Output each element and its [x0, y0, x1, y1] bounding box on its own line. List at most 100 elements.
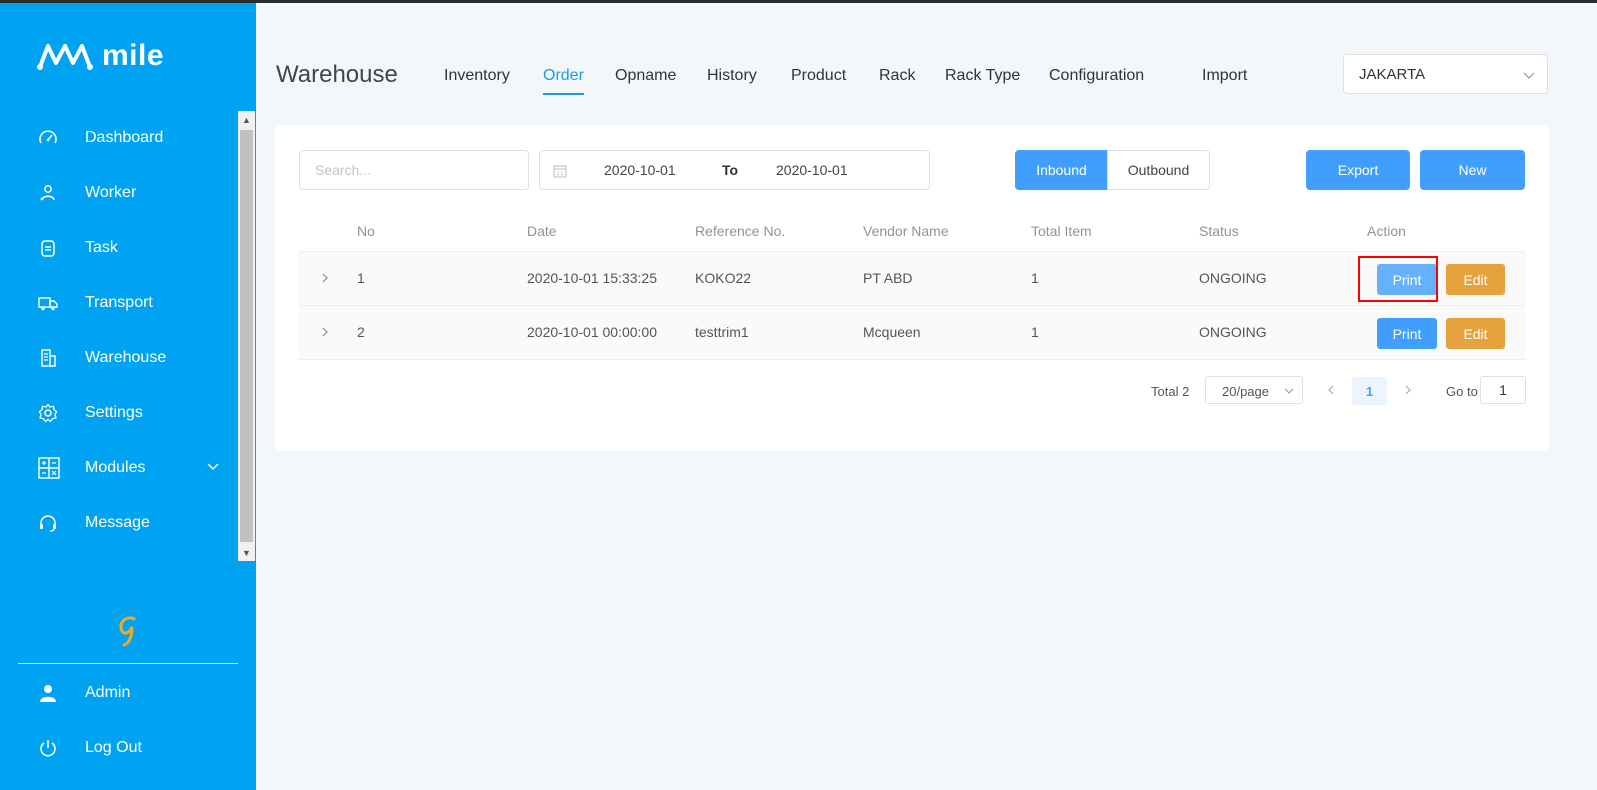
search-input[interactable]	[299, 150, 529, 190]
sidebar-item-message[interactable]: Message	[0, 503, 238, 543]
tab-configuration[interactable]: Configuration	[1049, 67, 1144, 85]
inbound-toggle[interactable]: Inbound	[1015, 150, 1108, 190]
tab-rack-type[interactable]: Rack Type	[945, 67, 1020, 85]
column-header-no: No	[357, 223, 375, 239]
scroll-thumb[interactable]	[240, 130, 253, 542]
sidebar-item-modules[interactable]: Modules	[0, 448, 238, 488]
sidebar-item-label: Admin	[85, 684, 131, 701]
page-title: Warehouse	[276, 61, 398, 88]
column-header-reference: Reference No.	[695, 223, 786, 239]
sidebar-item-task[interactable]: Task	[0, 228, 238, 268]
modules-icon	[38, 457, 60, 479]
cell-vendor: Mcqueen	[863, 324, 921, 340]
column-header-date: Date	[527, 223, 557, 239]
cell-no: 2	[357, 324, 365, 340]
brand-mark-icon	[119, 616, 136, 647]
chevron-right-icon[interactable]	[1401, 383, 1415, 397]
date-to[interactable]: 2020-10-01	[776, 162, 848, 178]
page-size-value: 20/page	[1222, 384, 1269, 399]
column-header-total-item: Total Item	[1031, 223, 1092, 239]
tab-import[interactable]: Import	[1202, 67, 1247, 85]
print-button[interactable]: Print	[1377, 264, 1437, 295]
sidebar-item-label: Settings	[85, 404, 143, 421]
person-icon	[40, 685, 56, 702]
gauge-icon	[39, 130, 57, 144]
pagination: Total 2 20/page 1 Go to	[275, 376, 1526, 406]
tab-history[interactable]: History	[707, 67, 757, 85]
tab-inventory[interactable]: Inventory	[444, 67, 510, 85]
truck-icon	[38, 297, 58, 311]
cell-date: 2020-10-01 15:33:25	[527, 270, 657, 286]
sidebar-item-label: Log Out	[85, 739, 142, 756]
sidebar-item-label: Dashboard	[85, 129, 164, 146]
sidebar-item-warehouse[interactable]: Warehouse	[0, 338, 238, 378]
location-select[interactable]: JAKARTA	[1343, 54, 1548, 94]
cell-no: 1	[357, 270, 365, 286]
sidebar-item-admin[interactable]: Admin	[0, 673, 238, 713]
sidebar-scrollbar[interactable]: ▲ ▼	[238, 111, 255, 561]
goto-label: Go to	[1446, 384, 1478, 399]
user-icon	[40, 185, 55, 201]
gear-icon	[38, 403, 58, 423]
sidebar-item-transport[interactable]: Transport	[0, 283, 238, 323]
scroll-up-icon[interactable]: ▲	[238, 111, 255, 128]
page-size-select[interactable]: 20/page	[1205, 376, 1303, 404]
cell-reference: testtrim1	[695, 324, 749, 340]
date-from[interactable]: 2020-10-01	[604, 162, 676, 178]
orders-card: 2020-10-01 To 2020-10-01 Inbound Outboun…	[275, 126, 1549, 451]
chevron-down-icon	[207, 463, 219, 470]
page-number-current[interactable]: 1	[1352, 377, 1387, 405]
tab-opname[interactable]: Opname	[615, 67, 676, 85]
chevron-right-icon[interactable]	[319, 326, 331, 338]
export-button[interactable]: Export	[1306, 150, 1410, 190]
sidebar-item-label: Transport	[85, 294, 153, 311]
cell-total-item: 1	[1031, 270, 1039, 286]
sidebar-item-label: Message	[85, 514, 150, 531]
tab-order[interactable]: Order	[543, 67, 584, 95]
table-row: 1 2020-10-01 15:33:25 KOKO22 PT ABD 1 ON…	[299, 252, 1525, 306]
sidebar-item-worker[interactable]: Worker	[0, 173, 238, 213]
mile-logo-icon	[37, 44, 93, 70]
app-logo[interactable]: mile	[36, 39, 164, 73]
print-button[interactable]: Print	[1377, 318, 1437, 349]
logo-text: mile	[102, 39, 165, 72]
edit-button[interactable]: Edit	[1446, 318, 1505, 349]
pagination-total: Total 2	[1151, 384, 1190, 399]
cell-vendor: PT ABD	[863, 270, 913, 286]
column-header-action: Action	[1367, 223, 1406, 239]
tab-rack[interactable]: Rack	[879, 67, 915, 85]
sidebar-item-logout[interactable]: Log Out	[0, 728, 238, 768]
chevron-left-icon[interactable]	[1324, 383, 1338, 397]
building-icon	[41, 349, 56, 367]
table-row: 2 2020-10-01 00:00:00 testtrim1 Mcqueen …	[299, 306, 1525, 360]
clipboard-icon	[41, 240, 55, 257]
sidebar-item-settings[interactable]: Settings	[0, 393, 238, 433]
date-separator: To	[722, 162, 739, 178]
sidebar-item-dashboard[interactable]: Dashboard	[0, 118, 238, 158]
scroll-down-icon[interactable]: ▼	[238, 544, 255, 561]
cell-status: ONGOING	[1199, 324, 1267, 340]
sidebar-item-label: Task	[85, 239, 118, 256]
location-value: JAKARTA	[1359, 66, 1426, 83]
cell-reference: KOKO22	[695, 270, 752, 286]
sidebar: mile Dashboard Worker Task Transport War…	[0, 3, 256, 790]
headset-icon	[40, 515, 56, 532]
column-header-vendor: Vendor Name	[863, 223, 949, 239]
sidebar-item-label: Modules	[85, 459, 146, 476]
cell-total-item: 1	[1031, 324, 1039, 340]
date-range-picker[interactable]: 2020-10-01 To 2020-10-01	[539, 150, 930, 190]
tab-product[interactable]: Product	[791, 67, 846, 85]
goto-page-input[interactable]	[1480, 376, 1526, 404]
new-button[interactable]: New	[1420, 150, 1525, 190]
calendar-icon	[553, 165, 567, 178]
edit-button[interactable]: Edit	[1446, 264, 1505, 295]
sidebar-item-label: Warehouse	[85, 349, 167, 366]
main-content: Warehouse Inventory Order Opname History…	[256, 3, 1597, 790]
orders-table: No Date Reference No. Vendor Name Total …	[299, 212, 1525, 360]
cell-date: 2020-10-01 00:00:00	[527, 324, 657, 340]
sidebar-item-label: Worker	[85, 184, 137, 201]
column-header-status: Status	[1199, 223, 1239, 239]
chevron-right-icon[interactable]	[319, 272, 331, 284]
sidebar-nav: Dashboard Worker Task Transport Warehous…	[0, 110, 238, 560]
outbound-toggle[interactable]: Outbound	[1107, 150, 1210, 190]
